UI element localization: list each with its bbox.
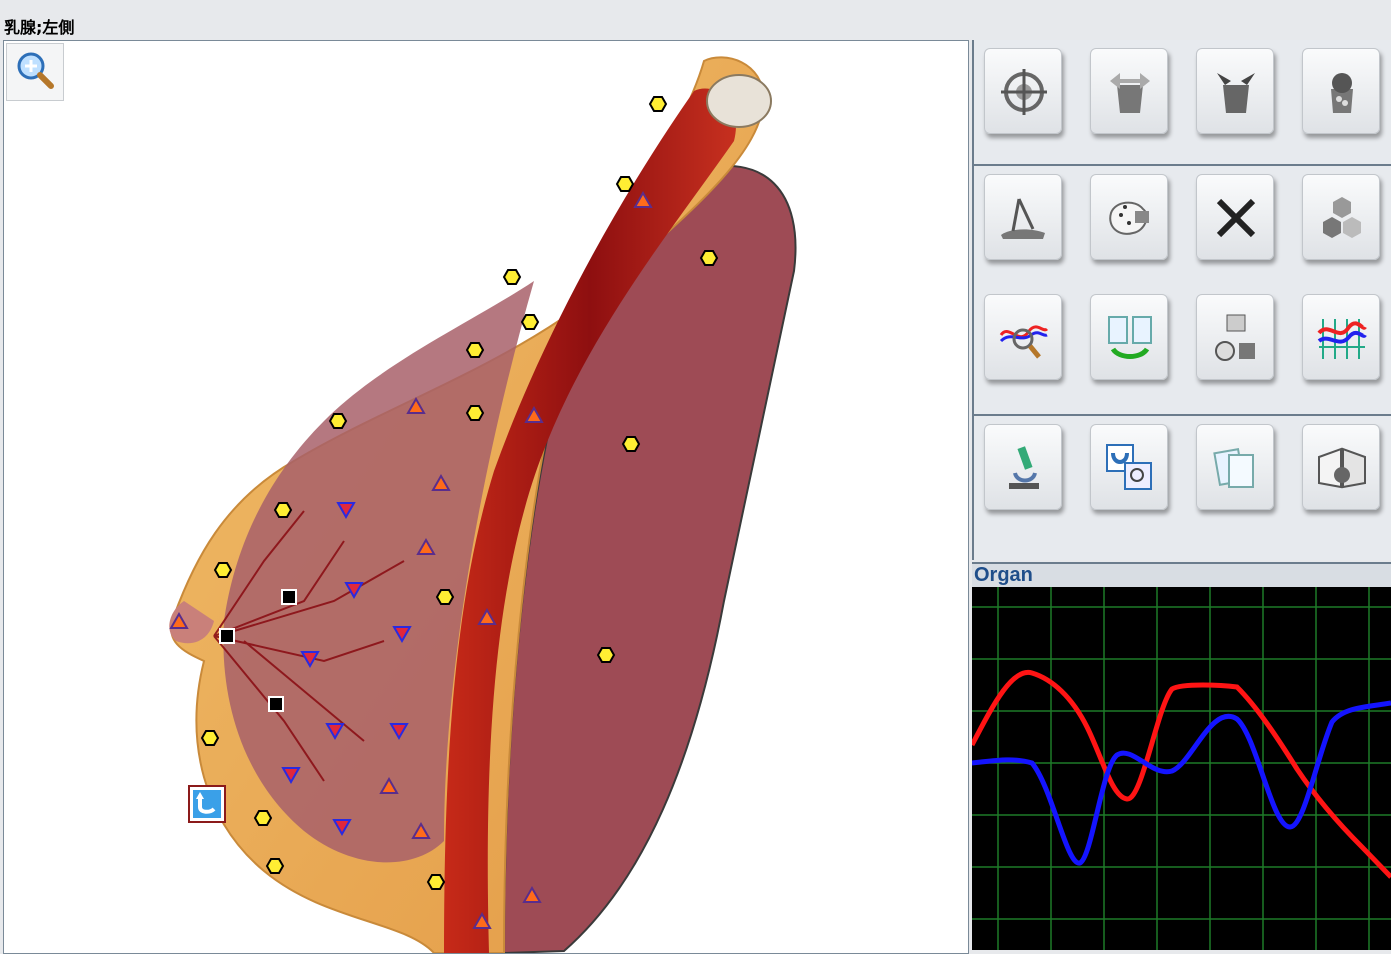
triangle-marker (431, 473, 451, 491)
hexagon-marker (520, 314, 540, 330)
hexagon-marker (621, 436, 641, 452)
triangle-marker (379, 776, 399, 794)
back-button[interactable] (188, 785, 226, 823)
hexagon-cells-icon (1323, 197, 1361, 238)
curved-arrow-icon (193, 790, 221, 818)
hexagon-marker (648, 96, 668, 112)
hexagon-marker (265, 858, 285, 874)
triangle-marker (472, 911, 492, 929)
wave-magnify-button[interactable] (984, 294, 1062, 380)
swap-documents-button[interactable] (1090, 294, 1168, 380)
organ-panel-title: Organ (974, 564, 1033, 586)
microscope-icon (1009, 446, 1039, 489)
microscope-button[interactable] (984, 424, 1062, 510)
hexagon-marker (465, 342, 485, 358)
triangle-marker (416, 537, 436, 555)
swap-documents-icon (1108, 316, 1152, 359)
wave-magnify-icon (999, 325, 1049, 359)
bin-arrows-out-icon (1110, 73, 1150, 113)
hexagon-marker (465, 405, 485, 421)
open-book-icon (1318, 447, 1366, 489)
triangle-marker (477, 607, 497, 625)
compare-magnify-button[interactable] (1090, 424, 1168, 510)
spectrum-chart-button[interactable] (1302, 294, 1380, 380)
bin-arrows-in-icon (1217, 73, 1255, 113)
triangle-marker (411, 821, 431, 839)
hexagon-marker (699, 250, 719, 266)
inverted-triangle-marker (300, 651, 320, 669)
triangle-marker (522, 885, 542, 903)
spectrum-chart-icon (1317, 319, 1367, 359)
hexagon-cells-button[interactable] (1302, 174, 1380, 260)
red-waveform (969, 669, 1391, 879)
organ-points-icon (1109, 201, 1149, 235)
inverted-triangle-marker (344, 582, 364, 600)
hexagon-marker (273, 502, 293, 518)
hexagon-marker (253, 810, 273, 826)
inverted-triangle-marker (332, 819, 352, 837)
bin-arrows-in-button[interactable] (1196, 48, 1274, 134)
target-icon (1001, 69, 1047, 115)
dissect-tool-icon (1001, 198, 1045, 239)
inverted-triangle-marker (336, 502, 356, 520)
hexagon-marker (615, 176, 635, 192)
dissect-tool-button[interactable] (984, 174, 1062, 260)
hexagon-marker (200, 730, 220, 746)
inverted-triangle-marker (325, 723, 345, 741)
hexagon-marker (435, 589, 455, 605)
square-marker (219, 628, 235, 644)
close-x-icon (1216, 198, 1256, 238)
target-button[interactable] (984, 48, 1062, 134)
window-title: 乳腺;左側 (4, 18, 75, 37)
hexagon-marker (213, 562, 233, 578)
organ-viewer[interactable] (3, 40, 969, 954)
toolbar-divider (974, 164, 1391, 166)
toolbar-divider (974, 414, 1391, 416)
triangle-marker (406, 396, 426, 414)
inverted-triangle-marker (281, 767, 301, 785)
square-marker (268, 696, 284, 712)
square-marker (281, 589, 297, 605)
inverted-triangle-marker (389, 723, 409, 741)
triangle-marker (524, 405, 544, 423)
organ-analysis-icon (1215, 314, 1255, 361)
triangle-marker (633, 190, 653, 208)
close-button[interactable] (1196, 174, 1274, 260)
hexagon-marker (596, 647, 616, 663)
magnifier-plus-icon (17, 52, 54, 89)
tool-panel (972, 40, 1391, 560)
organ-analysis-button[interactable] (1196, 294, 1274, 380)
organ-panel-header: Organ (972, 562, 1391, 588)
organ-bin-button[interactable] (1302, 48, 1380, 134)
hexagon-marker (426, 874, 446, 890)
organ-bin-icon (1331, 73, 1353, 113)
organ-points-button[interactable] (1090, 174, 1168, 260)
inverted-triangle-marker (392, 626, 412, 644)
documents-icon (1213, 448, 1254, 488)
hexagon-marker (328, 413, 348, 429)
acupoint-markers[interactable] (4, 41, 968, 953)
organ-waveform-graph (969, 587, 1391, 950)
blue-waveform (971, 700, 1391, 866)
open-book-button[interactable] (1302, 424, 1380, 510)
triangle-marker (169, 611, 189, 629)
hexagon-marker (502, 269, 522, 285)
zoom-in-button[interactable] (6, 43, 64, 101)
compare-magnify-icon (1106, 444, 1152, 490)
bin-arrows-out-button[interactable] (1090, 48, 1168, 134)
documents-button[interactable] (1196, 424, 1274, 510)
